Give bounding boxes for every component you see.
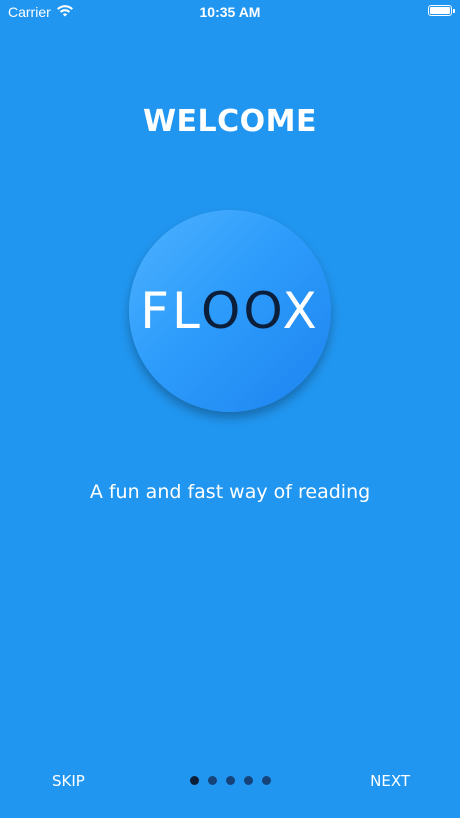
app-logo: FLOOX	[129, 210, 331, 412]
status-time: 10:35 AM	[199, 4, 261, 20]
page-dot-3[interactable]	[226, 776, 235, 785]
page-title: WELCOME	[142, 104, 318, 139]
page-dot-4[interactable]	[244, 776, 253, 785]
status-bar: Carrier 10:35 AM	[0, 0, 460, 24]
logo-text-end: X	[282, 282, 320, 340]
logo-wordmark: FLOOX	[129, 210, 331, 412]
page-dot-2[interactable]	[208, 776, 217, 785]
page-dot-1[interactable]	[190, 776, 199, 785]
next-button[interactable]: NEXT	[370, 772, 410, 790]
skip-button[interactable]: SKIP	[52, 772, 85, 790]
tagline: A fun and fast way of reading	[89, 481, 371, 503]
onboarding-footer: SKIP NEXT	[0, 766, 460, 796]
logo-text-dark: OO	[201, 282, 283, 340]
battery-icon	[428, 5, 455, 16]
battery-fill	[430, 7, 450, 14]
page-dot-5[interactable]	[262, 776, 271, 785]
logo-text-start: FL	[140, 282, 202, 340]
page-indicator	[190, 776, 271, 785]
